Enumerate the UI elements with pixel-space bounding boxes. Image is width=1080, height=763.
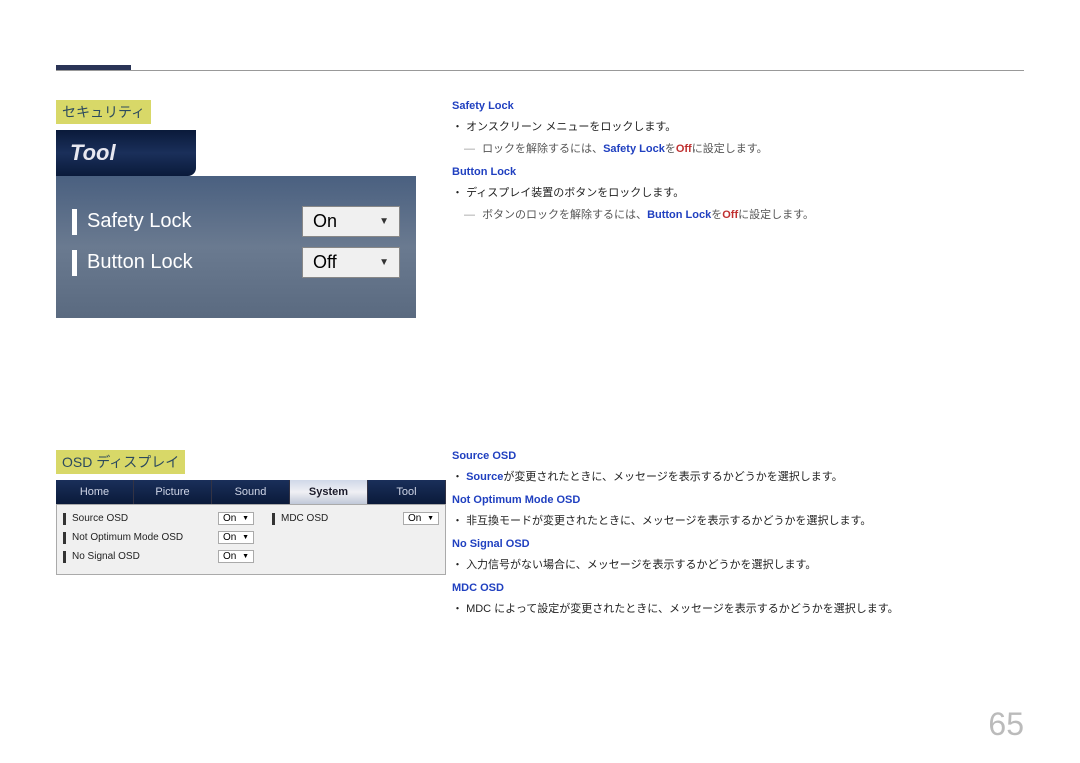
tab-system[interactable]: System [290,480,368,504]
security-descriptions: Safety Lock オンスクリーン メニューをロックします。 ― ロックを解… [452,100,1024,228]
not-optimum-bullet: 非互換モードが変更されたときに、メッセージを表示するかどうかを選択します。 [468,512,1024,528]
safety-lock-dropdown[interactable]: On ▼ [302,206,400,237]
button-lock-note: ― ボタンのロックを解除するには、Button LockをOffに設定します。 [482,206,1024,222]
row-marker [272,513,275,525]
button-lock-bullet: ディスプレイ装置のボタンをロックします。 [468,184,1024,200]
osd-row: No Signal OSD On▼ [63,547,439,566]
tool-row-button-lock: Button Lock Off ▼ [72,247,400,278]
mdc-osd-dropdown[interactable]: On▼ [403,512,439,525]
no-signal-bullet: 入力信号がない場合に、メッセージを表示するかどうかを選択します。 [468,556,1024,572]
chevron-down-icon: ▼ [427,515,434,522]
page-number: 65 [988,706,1024,743]
section-security: セキュリティ [56,100,151,124]
osd-panel-screenshot: Home Picture Sound System Tool Source OS… [56,480,446,575]
source-osd-dropdown[interactable]: On▼ [218,512,254,525]
safety-lock-note: ― ロックを解除するには、Safety LockをOffに設定します。 [482,140,1024,156]
row-marker [63,551,66,563]
header-line [56,70,1024,71]
row-marker [72,209,77,235]
tool-row-safety-lock: Safety Lock On ▼ [72,206,400,237]
chevron-down-icon: ▼ [242,534,249,541]
osd-title: OSD ディスプレイ [56,450,185,474]
safety-lock-label: Safety Lock [87,210,302,233]
security-title: セキュリティ [56,100,151,124]
osd-descriptions: Source OSD Sourceが変更されたときに、メッセージを表示するかどう… [452,450,1024,622]
button-lock-head: Button Lock [452,166,1024,178]
no-signal-dropdown[interactable]: On▼ [218,550,254,563]
tool-panel-header: Tool [56,130,196,176]
not-optimum-label: Not Optimum Mode OSD [72,532,218,543]
no-signal-head: No Signal OSD [452,538,1024,550]
safety-lock-bullet: オンスクリーン メニューをロックします。 [468,118,1024,134]
section-osd: OSD ディスプレイ [56,450,185,474]
chevron-down-icon: ▼ [242,515,249,522]
mdc-osd-bullet: MDC によって設定が変更されたときに、メッセージを表示するかどうかを選択します… [468,600,1024,616]
not-optimum-head: Not Optimum Mode OSD [452,494,1024,506]
row-marker [72,250,77,276]
tab-tool[interactable]: Tool [368,480,446,504]
chevron-down-icon: ▼ [379,216,389,227]
tab-picture[interactable]: Picture [134,480,212,504]
tab-home[interactable]: Home [56,480,134,504]
safety-lock-head: Safety Lock [452,100,1024,112]
tab-sound[interactable]: Sound [212,480,290,504]
source-osd-head: Source OSD [452,450,1024,462]
source-osd-bullet: Sourceが変更されたときに、メッセージを表示するかどうかを選択します。 [468,468,1024,484]
mdc-osd-head: MDC OSD [452,582,1024,594]
tool-panel-screenshot: Tool Safety Lock On ▼ Button Lock Off ▼ [56,130,416,318]
osd-row: Source OSD On▼ MDC OSD On▼ [63,509,439,528]
button-lock-label: Button Lock [87,251,302,274]
button-lock-dropdown[interactable]: Off ▼ [302,247,400,278]
chevron-down-icon: ▼ [242,553,249,560]
source-osd-label: Source OSD [72,513,218,524]
button-lock-value: Off [313,252,337,273]
no-signal-label: No Signal OSD [72,551,218,562]
osd-row: Not Optimum Mode OSD On▼ [63,528,439,547]
row-marker [63,532,66,544]
safety-lock-value: On [313,211,337,232]
mdc-osd-label: MDC OSD [281,513,403,524]
not-optimum-dropdown[interactable]: On▼ [218,531,254,544]
row-marker [63,513,66,525]
osd-tabs: Home Picture Sound System Tool [56,480,446,504]
chevron-down-icon: ▼ [379,257,389,268]
